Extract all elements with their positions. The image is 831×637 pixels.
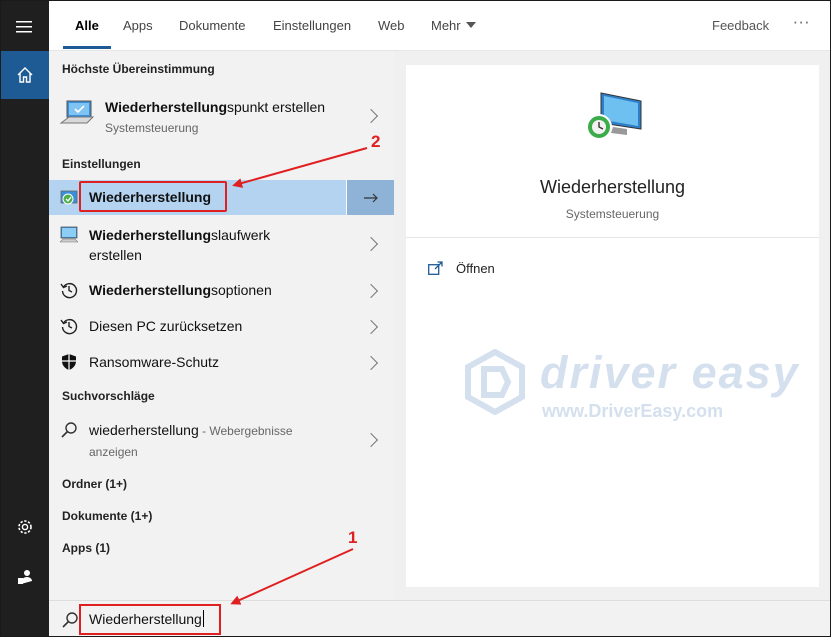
search-input[interactable]: Wiederherstellung xyxy=(79,604,221,635)
section-documents[interactable]: Dokumente (1+) xyxy=(62,509,152,523)
section-apps[interactable]: Apps (1) xyxy=(62,541,110,555)
tab-mehr[interactable]: Mehr xyxy=(431,1,476,51)
settings-item-recovery-drive[interactable]: Wiederherstellungslaufwerk erstellen xyxy=(49,223,394,269)
annotation-box-result xyxy=(79,181,227,212)
windows-search-panel: Alle Apps Dokumente Einstellungen Web Me… xyxy=(0,0,831,637)
preview-title: Wiederherstellung xyxy=(539,177,686,197)
chevron-right-icon xyxy=(363,108,379,124)
tab-einstellungen[interactable]: Einstellungen xyxy=(273,1,351,51)
gear-icon[interactable] xyxy=(1,503,49,551)
section-settings: Einstellungen xyxy=(62,157,141,171)
settings-item-ransomware[interactable]: Ransomware-Schutz xyxy=(49,345,394,379)
hamburger-menu-icon[interactable] xyxy=(1,3,49,51)
open-action[interactable]: Öffnen xyxy=(428,258,495,278)
watermark: driver easy www.DriverEasy.com xyxy=(462,345,798,425)
chevron-right-icon xyxy=(363,355,379,371)
search-icon xyxy=(61,422,77,438)
left-rail xyxy=(1,1,49,636)
web-suggestion-item[interactable]: wiederherstellung - Webergebnisse anzeig… xyxy=(49,415,394,463)
tab-dokumente[interactable]: Dokumente xyxy=(179,1,245,51)
text-caret xyxy=(202,610,204,627)
monitor-icon xyxy=(60,226,78,243)
search-icon xyxy=(62,612,78,628)
settings-item-wiederherstellung[interactable]: Wiederherstellung xyxy=(49,180,394,215)
driver-easy-logo-icon xyxy=(465,349,525,415)
settings-item-recovery-options[interactable]: Wiederherstellungsoptionen xyxy=(49,273,394,307)
tab-apps[interactable]: Apps xyxy=(123,1,153,51)
recovery-icon xyxy=(60,190,78,205)
filter-tabs-bar: Alle Apps Dokumente Einstellungen Web Me… xyxy=(49,1,830,51)
chevron-right-icon xyxy=(363,236,379,252)
chevron-right-icon xyxy=(363,432,379,448)
section-suggestions: Suchvorschläge xyxy=(62,389,155,403)
chevron-right-icon xyxy=(363,283,379,299)
preview-card: Wiederherstellung Systemsteuerung Öffnen… xyxy=(406,65,819,587)
shield-icon xyxy=(62,354,76,370)
feedback-link[interactable]: Feedback xyxy=(712,1,769,51)
home-icon[interactable] xyxy=(1,51,49,99)
system-restore-point-icon xyxy=(59,100,95,124)
preview-subtitle: Systemsteuerung xyxy=(565,207,660,221)
chevron-right-icon xyxy=(363,319,379,335)
tab-alle[interactable]: Alle xyxy=(63,1,111,51)
chevron-down-icon xyxy=(465,22,476,28)
divider xyxy=(406,237,819,238)
recovery-large-icon xyxy=(586,92,642,140)
history-clock-icon xyxy=(60,318,78,335)
open-arrow-button[interactable] xyxy=(346,180,394,215)
search-bar: Wiederherstellung xyxy=(49,600,830,636)
history-clock-icon xyxy=(60,282,78,299)
preview-pane: Wiederherstellung Systemsteuerung Öffnen… xyxy=(394,51,830,600)
section-best-match: Höchste Übereinstimmung xyxy=(62,62,215,76)
user-feedback-icon[interactable] xyxy=(1,553,49,601)
best-match-item[interactable]: Wiederherstellungspunkt erstellen System… xyxy=(49,91,394,145)
open-external-icon xyxy=(428,261,443,275)
more-options-icon[interactable]: ··· xyxy=(793,1,810,45)
arrow-right-icon xyxy=(363,193,378,202)
section-folders[interactable]: Ordner (1+) xyxy=(62,477,127,491)
tab-web[interactable]: Web xyxy=(378,1,405,51)
annotation-number-2: 2 xyxy=(371,132,381,151)
results-list: Höchste Übereinstimmung Wiederherstellun… xyxy=(49,51,394,600)
annotation-number-1: 1 xyxy=(348,528,358,547)
settings-item-reset-pc[interactable]: Diesen PC zurücksetzen xyxy=(49,309,394,343)
